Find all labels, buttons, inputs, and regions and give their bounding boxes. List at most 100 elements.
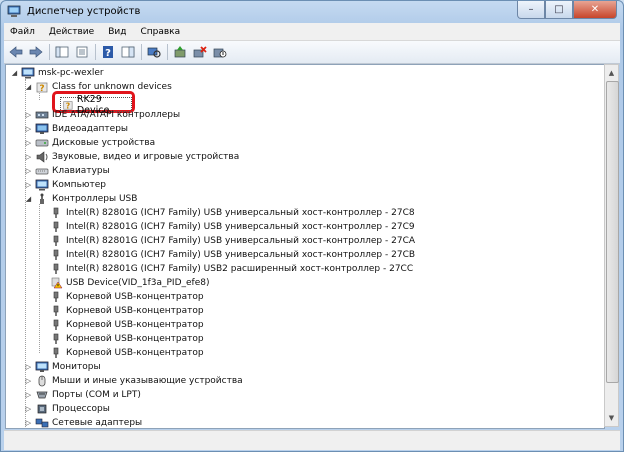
show-hide-tree-icon[interactable] (54, 44, 70, 60)
tree-item-root-hub[interactable]: Корневой USB-концентратор (47, 332, 204, 346)
expand-arrow-icon[interactable]: ▷ (24, 139, 33, 147)
disk-drive-icon (35, 139, 49, 147)
usb-plug-icon (53, 333, 59, 344)
tree-category-ide[interactable]: ▷ IDE ATA/ATAPI контроллеры (24, 108, 180, 122)
menu-file[interactable]: Файл (4, 27, 43, 37)
status-bar (4, 430, 620, 450)
tree-item-label: Intel(R) 82801G (ICH7 Family) USB универ… (66, 250, 416, 260)
tree-category-display[interactable]: ▷ Видеоадаптеры (24, 122, 128, 136)
tree-item-label: Сетевые адаптеры (52, 418, 143, 428)
tree-root[interactable]: ◢ msk-pc-wexler (10, 66, 104, 80)
tree-category-monitors[interactable]: ▷ Мониторы (24, 360, 101, 374)
toolbar-separator (141, 44, 142, 60)
tree-item-label: Intel(R) 82801G (ICH7 Family) USB универ… (66, 208, 415, 218)
warning-icon (51, 277, 63, 289)
tree-item-label: IDE ATA/ATAPI контроллеры (52, 110, 181, 120)
tree-category-ports[interactable]: ▷ Порты (COM и LPT) (24, 388, 141, 402)
ide-controller-icon (35, 111, 49, 119)
vertical-scrollbar[interactable]: ▲ ▼ (604, 64, 619, 427)
device-manager-app-icon (7, 5, 21, 17)
expand-arrow-icon[interactable]: ▷ (24, 391, 33, 399)
computer-icon (21, 67, 35, 79)
usb-plug-icon (53, 249, 59, 260)
menu-bar: Файл Действие Вид Справка (4, 23, 620, 41)
menu-view[interactable]: Вид (102, 27, 134, 37)
scroll-down-icon[interactable]: ▼ (606, 411, 617, 425)
properties-icon[interactable] (74, 44, 90, 60)
menu-action[interactable]: Действие (43, 27, 102, 37)
minimize-button[interactable]: – (517, 1, 545, 19)
usb-plug-icon (53, 263, 59, 274)
disable-icon[interactable] (212, 44, 228, 60)
update-driver-icon[interactable] (172, 44, 188, 60)
tree-item-usb-27c9[interactable]: Intel(R) 82801G (ICH7 Family) USB универ… (47, 220, 415, 234)
tree-category-sound[interactable]: ▷ Звуковые, видео и игровые устройства (24, 150, 239, 164)
tree-item-root-hub[interactable]: Корневой USB-концентратор (47, 318, 204, 332)
back-icon[interactable] (8, 44, 24, 60)
title-bar[interactable]: Диспетчер устройств – □ ✕ (1, 1, 623, 23)
monitor-icon (35, 361, 49, 372)
action-pane-icon[interactable] (120, 44, 136, 60)
help-icon[interactable]: ? (100, 44, 116, 60)
tree-category-mice[interactable]: ▷ Мыши и иные указывающие устройства (24, 374, 243, 388)
collapse-arrow-icon[interactable]: ◢ (10, 69, 19, 77)
tree-category-disk[interactable]: ▷ Дисковые устройства (24, 136, 155, 150)
tree-item-label: Корневой USB-концентратор (66, 320, 204, 330)
device-tree[interactable]: ◢ msk-pc-wexler ◢ ? Class for unknown de… (5, 64, 605, 429)
expand-arrow-icon[interactable]: ▷ (24, 111, 33, 119)
sound-icon (36, 151, 48, 163)
tree-item-label: Видеоадаптеры (52, 124, 129, 134)
expand-arrow-icon[interactable]: ▷ (24, 125, 33, 133)
tree-item-label: Звуковые, видео и игровые устройства (52, 152, 240, 162)
tree-category-network[interactable]: ▷ Сетевые адаптеры (24, 416, 143, 428)
tree-item-label: Компьютер (52, 180, 106, 190)
toolbar-separator (49, 44, 50, 60)
uninstall-icon[interactable] (192, 44, 208, 60)
scrollbar-thumb[interactable] (606, 81, 619, 383)
usb-plug-icon (53, 235, 59, 246)
tree-item-usb-27cc[interactable]: Intel(R) 82801G (ICH7 Family) USB2 расши… (47, 262, 413, 276)
device-manager-window: Диспетчер устройств – □ ✕ Файл Действие … (0, 0, 624, 452)
tree-category-keyboard[interactable]: ▷ Клавиатуры (24, 164, 110, 178)
expand-arrow-icon[interactable]: ▷ (24, 405, 33, 413)
expand-arrow-icon[interactable]: ▷ (24, 181, 33, 189)
expand-arrow-icon[interactable]: ▷ (24, 419, 33, 427)
processor-icon (37, 404, 47, 414)
window-title: Диспетчер устройств (27, 6, 141, 17)
collapse-arrow-icon[interactable]: ◢ (24, 195, 33, 203)
tree-item-root-hub[interactable]: Корневой USB-концентратор (47, 304, 204, 318)
tree-item-label: Корневой USB-концентратор (66, 306, 204, 316)
menu-help[interactable]: Справка (134, 27, 188, 37)
tree-item-root-hub[interactable]: Корневой USB-концентратор (47, 290, 204, 304)
expand-arrow-icon[interactable]: ▷ (24, 167, 33, 175)
forward-icon[interactable] (28, 44, 44, 60)
expand-arrow-icon[interactable]: ▷ (24, 377, 33, 385)
collapse-arrow-icon[interactable]: ◢ (24, 83, 33, 91)
tree-category-computer[interactable]: ▷ Компьютер (24, 178, 106, 192)
tree-item-usb-device-unknown[interactable]: USB Device(VID_1f3a_PID_efe8) (47, 276, 210, 290)
scan-hardware-icon[interactable] (146, 44, 162, 60)
expand-arrow-icon[interactable]: ▷ (24, 363, 33, 371)
tree-category-processors[interactable]: ▷ Процессоры (24, 402, 110, 416)
tree-item-label: Мыши и иные указывающие устройства (52, 376, 243, 386)
tree-item-label: Корневой USB-концентратор (66, 334, 204, 344)
expand-arrow-icon[interactable]: ▷ (24, 153, 33, 161)
toolbar-separator (167, 44, 168, 60)
display-adapter-icon (35, 123, 49, 134)
maximize-button[interactable]: □ (545, 1, 573, 19)
usb-plug-icon (53, 347, 59, 358)
tree-category-usb[interactable]: ◢ Контроллеры USB (24, 192, 137, 206)
mouse-icon (38, 375, 46, 387)
close-button[interactable]: ✕ (573, 1, 617, 19)
tree-item-usb-27cb[interactable]: Intel(R) 82801G (ICH7 Family) USB универ… (47, 248, 415, 262)
usb-plug-icon (53, 207, 59, 218)
tree-item-label: Контроллеры USB (52, 194, 138, 204)
usb-plug-icon (53, 221, 59, 232)
tree-item-usb-27c8[interactable]: Intel(R) 82801G (ICH7 Family) USB универ… (47, 206, 415, 220)
tree-item-usb-27ca[interactable]: Intel(R) 82801G (ICH7 Family) USB универ… (47, 234, 415, 248)
scroll-up-icon[interactable]: ▲ (606, 66, 617, 80)
tree-item-label: USB Device(VID_1f3a_PID_efe8) (66, 278, 210, 288)
tree-item-root-hub[interactable]: Корневой USB-концентратор (47, 346, 204, 360)
tree-item-label: Intel(R) 82801G (ICH7 Family) USB универ… (66, 222, 415, 232)
network-adapter-icon (35, 418, 49, 428)
